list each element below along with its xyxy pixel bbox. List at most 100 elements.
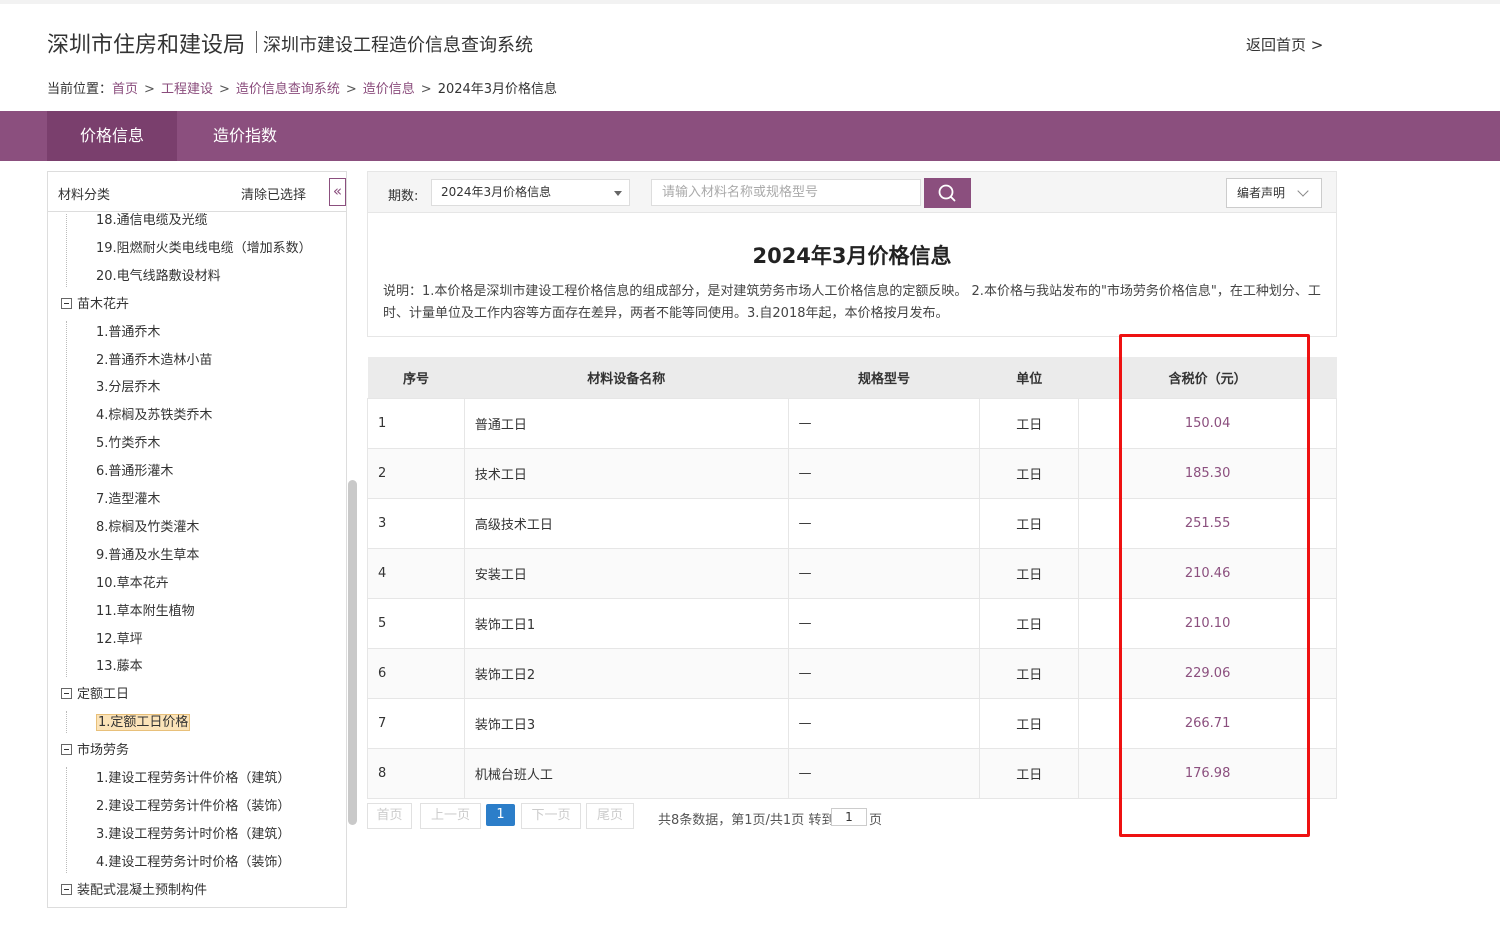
pager-last-button[interactable]: 尾页 <box>586 803 634 829</box>
tree-category[interactable]: 装配式混凝土预制构件 <box>61 879 207 903</box>
cell-no: 4 <box>367 547 465 599</box>
tab-cost-index[interactable]: 造价指数 <box>180 111 310 161</box>
info-panel: 2024年3月价格信息 说明：1.本价格是深圳市建设工程价格信息的组成部分，是对… <box>367 213 1337 337</box>
tree-category[interactable]: 定额工日 <box>61 683 129 707</box>
period-select[interactable]: 2024年3月价格信息 <box>431 179 630 206</box>
tree-item[interactable]: 2.普通乔木造林小苗 <box>96 349 212 373</box>
tree-item[interactable]: 1.普通乔木 <box>96 321 160 345</box>
editor-note-label: 编者声明 <box>1237 186 1286 200</box>
tree-item[interactable]: 5.竹类乔木 <box>96 432 160 456</box>
tree-item-label: 定额工日 <box>77 687 130 703</box>
tree-item[interactable]: 7.造型灌木 <box>96 488 160 512</box>
collapse-sidebar-icon[interactable]: « <box>329 178 346 206</box>
cell-price: 266.71 <box>1078 697 1337 749</box>
tree-item[interactable]: 19.阻燃耐火类电线电缆（增加系数） <box>96 237 312 261</box>
tree-item-label: 苗木花卉 <box>77 296 130 312</box>
table-row: 4 安装工日 — 工日 210.46 <box>367 547 1337 599</box>
search-button[interactable] <box>924 178 971 208</box>
cell-spec: — <box>787 647 981 699</box>
table-row: 5 装饰工日1— 工日 210.10 <box>367 597 1337 649</box>
tree-item[interactable]: 11.草本附生植物 <box>96 600 195 624</box>
breadcrumb-separator: > <box>345 82 357 97</box>
cell-spec: — <box>787 447 981 499</box>
cell-price: 251.55 <box>1078 497 1337 549</box>
breadcrumb-prefix: 当前位置： <box>47 82 113 97</box>
pager-first-button[interactable]: 首页 <box>367 803 412 829</box>
tree-item[interactable]: 1.定额工日价格 <box>96 711 191 735</box>
table-header-row: 序号 材料设备名称 规格型号 单位 含税价（元） <box>367 357 1337 398</box>
tree-item[interactable]: 9.普通及水生草本 <box>96 544 199 568</box>
category-sidebar: 材料分类 清除已选择 « 18.通信电缆及光缆 19.阻燃耐火类电线电缆（增加系数… <box>47 171 347 908</box>
tree-item-label: 13.藤本 <box>96 659 143 675</box>
tree-item[interactable]: 13.藤本 <box>96 655 143 679</box>
tree-item-label: 1.定额工日价格 <box>96 714 191 732</box>
cell-no: 7 <box>367 697 465 749</box>
collapse-toggle-icon[interactable] <box>61 688 72 700</box>
tree-category[interactable]: 市场劳务 <box>61 739 129 763</box>
table-row: 8 机械台班人工 — 工日 176.98 <box>367 747 1337 799</box>
tree-item[interactable]: 18.通信电缆及光缆 <box>96 213 208 233</box>
search-icon <box>938 184 956 202</box>
pager-summary: 共8条数据，第1页/共1页 转到 <box>658 813 835 828</box>
main-nav: 价格信息 造价指数 <box>0 111 1500 161</box>
tree-category[interactable]: 苗木花卉 <box>61 293 129 317</box>
tree-item-label: 3.分层乔木 <box>96 380 161 396</box>
tree-item[interactable]: 6.普通形灌木 <box>96 460 173 484</box>
filter-bar: 期数: 2024年3月价格信息 编者声明 <box>367 171 1337 213</box>
pager-current-page[interactable]: 1 <box>486 804 515 826</box>
cell-unit: 工日 <box>979 397 1080 449</box>
collapse-toggle-icon[interactable] <box>61 883 72 895</box>
search-input[interactable] <box>651 179 921 206</box>
tree-item[interactable]: 8.棕榈及竹类灌木 <box>96 516 199 540</box>
cell-price: 210.10 <box>1078 597 1337 649</box>
pager-prev-button[interactable]: 上一页 <box>420 803 481 829</box>
cell-name: 技术工日 <box>463 447 789 499</box>
tree-item[interactable]: 10.草本花卉 <box>96 572 169 596</box>
breadcrumb-cost-info[interactable]: 造价信息 <box>363 82 415 97</box>
clear-selection-button[interactable]: 清除已选择 <box>241 184 306 203</box>
breadcrumb-home[interactable]: 首页 <box>112 82 138 97</box>
cell-no: 2 <box>367 447 465 499</box>
tree-item-label: 8.棕榈及竹类灌木 <box>96 519 200 535</box>
cell-name: 普通工日 <box>463 397 789 449</box>
tree-item[interactable]: 4.建设工程劳务计时价格（装饰） <box>96 851 290 875</box>
pager-jump-input[interactable] <box>831 808 867 826</box>
breadcrumb-query-system[interactable]: 造价信息查询系统 <box>236 82 340 97</box>
tree-item[interactable]: 1.建设工程劳务计件价格（建筑） <box>96 767 290 791</box>
tree-guide-line <box>66 767 67 873</box>
tree-item[interactable]: 3.分层乔木 <box>96 376 160 400</box>
tree-item[interactable]: 2.建设工程劳务计件价格（装饰） <box>96 795 290 819</box>
tab-price-info[interactable]: 价格信息 <box>47 111 177 161</box>
breadcrumb-separator: > <box>420 82 432 97</box>
back-home-link[interactable]: 返回首页 > <box>1246 34 1323 55</box>
editor-note-button[interactable]: 编者声明 <box>1226 178 1322 208</box>
breadcrumb-current: 2024年3月价格信息 <box>437 82 558 97</box>
collapse-toggle-icon[interactable] <box>61 297 72 309</box>
cell-price: 229.06 <box>1078 647 1337 699</box>
tree-item[interactable]: 12.草坪 <box>96 628 143 652</box>
collapse-toggle-icon[interactable] <box>61 744 72 756</box>
cell-unit: 工日 <box>979 647 1080 699</box>
breadcrumb-engineering[interactable]: 工程建设 <box>161 82 213 97</box>
pager-next-button[interactable]: 下一页 <box>521 803 581 829</box>
tree-item-label: 2.普通乔木造林小苗 <box>96 352 213 368</box>
tree-item[interactable]: 3.建设工程劳务计时价格（建筑） <box>96 823 290 847</box>
tree-item-label: 市场劳务 <box>77 743 130 759</box>
tree-item-label: 7.造型灌木 <box>96 492 161 507</box>
cell-unit: 工日 <box>979 747 1080 799</box>
tree-item[interactable]: 20.电气线路敷设材料 <box>96 265 221 289</box>
cell-spec: — <box>787 497 981 549</box>
top-divider <box>0 0 1500 4</box>
cell-price: 210.46 <box>1078 547 1337 599</box>
breadcrumb: 当前位置：首页 > 工程建设 > 造价信息查询系统 > 造价信息 >2024年3月价格信息 <box>47 78 557 97</box>
tree-item[interactable]: 4.棕榈及苏铁类乔木 <box>96 404 212 428</box>
cell-name: 装饰工日3 <box>463 697 789 749</box>
cell-price: 150.04 <box>1078 397 1337 449</box>
table-row: 7 装饰工日3— 工日 266.71 <box>367 697 1337 749</box>
site-title: 深圳市住房和建设局 <box>47 33 246 58</box>
cell-name: 安装工日 <box>463 547 789 599</box>
tree-guide-line <box>66 320 67 678</box>
cell-name: 高级技术工日 <box>463 497 789 549</box>
sidebar-scrollbar-thumb[interactable] <box>348 480 357 825</box>
pager-unit: 页 <box>869 813 883 828</box>
